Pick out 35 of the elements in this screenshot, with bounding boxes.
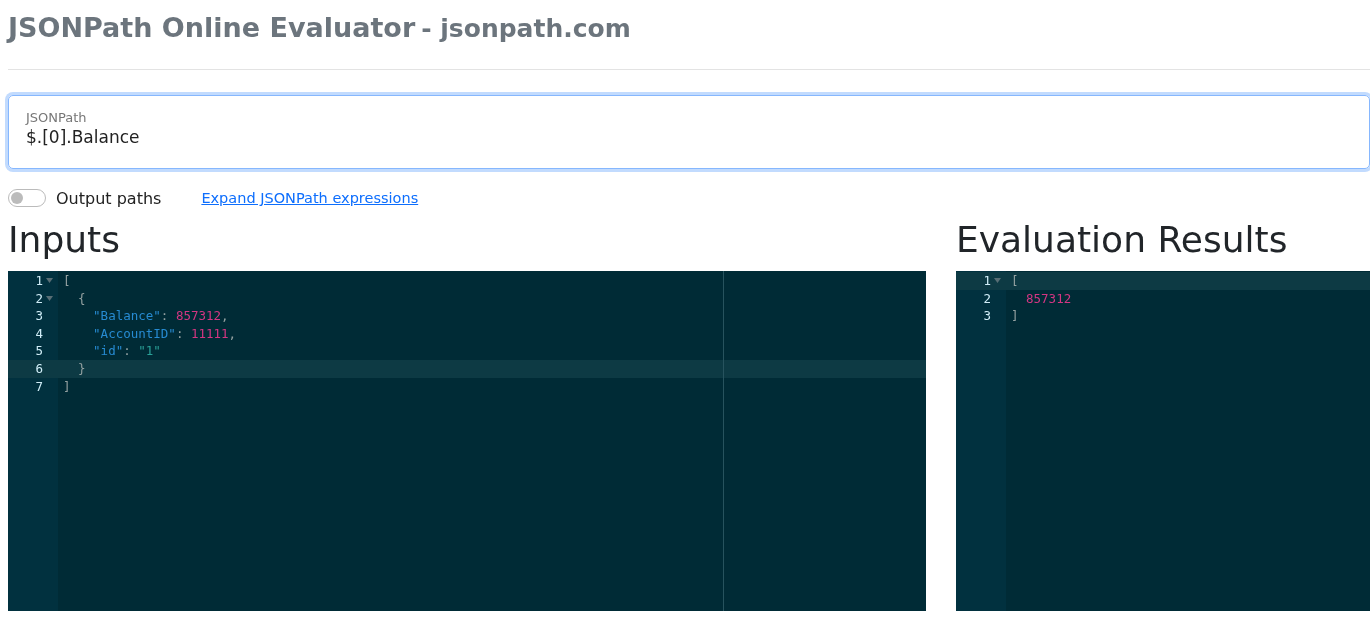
- code-line: ]: [63, 378, 71, 394]
- fold-icon[interactable]: [45, 278, 53, 284]
- fold-icon[interactable]: [993, 278, 1001, 284]
- site-name: - jsonpath.com: [421, 14, 631, 43]
- page-title: JSONPath Online Evaluator: [8, 12, 416, 43]
- expand-expressions-link[interactable]: Expand JSONPath expressions: [201, 190, 419, 206]
- code-editor[interactable]: 1 2 3 4 5 6 7 [ { "Balance": 857312, "AccountID": 11111, "id": "1" } ]: [8, 271, 926, 611]
- line-number: 1: [35, 272, 43, 290]
- output-paths-toggle[interactable]: [8, 189, 46, 207]
- fold-icon[interactable]: [45, 295, 53, 301]
- jsonpath-field[interactable]: JSONPath $.[0].Balance: [8, 95, 1370, 169]
- code-line: }: [78, 360, 86, 376]
- section-heading: Inputs: [8, 219, 121, 262]
- line-number: 7: [35, 377, 43, 396]
- code-line: [: [63, 273, 71, 288]
- code-line: "id": "1": [93, 343, 161, 359]
- code-line: ]: [1011, 308, 1019, 324]
- line-number: 2: [983, 289, 991, 308]
- line-number: 1: [983, 272, 991, 290]
- toggle-label: Output paths: [56, 188, 162, 208]
- code-line: "AccountID": 11111,: [93, 325, 237, 341]
- code-line: [: [1011, 273, 1019, 288]
- code-line: 857312: [1026, 290, 1072, 306]
- field-label: JSONPath: [26, 110, 88, 125]
- line-number: 4: [35, 324, 43, 343]
- code-line: "Balance": 857312,: [93, 308, 229, 324]
- line-number: 6: [35, 359, 43, 378]
- code-editor[interactable]: 1 2 3 [ 857312 ]: [956, 271, 1370, 611]
- section-heading: Evaluation Results: [956, 219, 1289, 262]
- line-number: 2: [35, 289, 43, 308]
- jsonpath-input[interactable]: $.[0].Balance: [26, 127, 1352, 147]
- code-line: {: [78, 290, 86, 306]
- line-number: 3: [35, 307, 43, 325]
- line-number: 3: [983, 307, 991, 325]
- line-number: 5: [35, 342, 43, 360]
